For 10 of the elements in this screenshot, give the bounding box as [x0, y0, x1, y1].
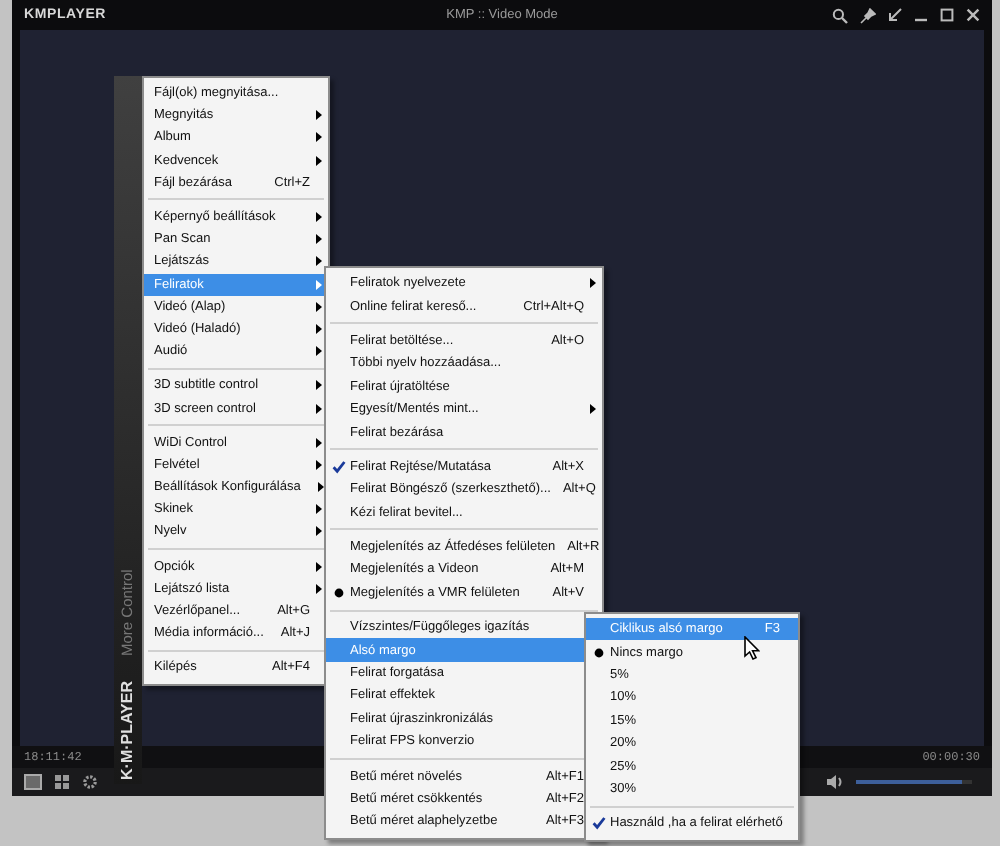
mouse-cursor-icon [744, 636, 760, 660]
brand-text: K·M·PLAYER [118, 681, 136, 780]
close-icon[interactable] [966, 8, 980, 22]
pin-icon[interactable] [860, 7, 876, 23]
arrow-icon[interactable] [888, 8, 902, 22]
gear-icon[interactable] [82, 774, 98, 790]
search-icon[interactable] [832, 7, 848, 23]
grid-icon[interactable] [54, 774, 70, 790]
speaker-icon[interactable] [826, 774, 844, 790]
maximize-icon[interactable] [940, 8, 954, 22]
